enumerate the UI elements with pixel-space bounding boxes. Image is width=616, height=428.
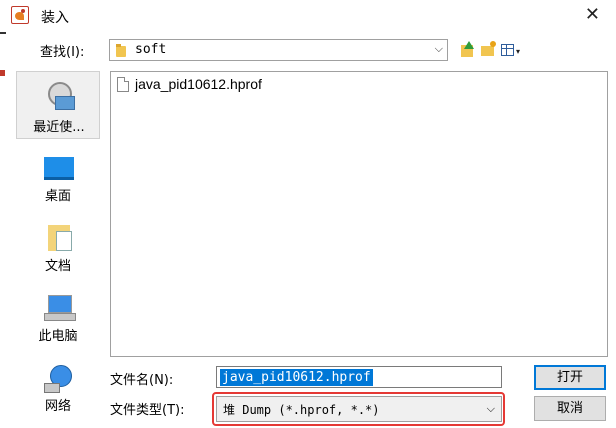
up-folder-icon[interactable] bbox=[459, 41, 477, 59]
place-label: 最近使... bbox=[33, 120, 85, 135]
documents-icon bbox=[44, 225, 74, 253]
lookin-dropdown[interactable]: soft ⌵ bbox=[109, 39, 448, 61]
filetype-label: 文件类型(T): bbox=[110, 403, 185, 418]
network-icon bbox=[44, 365, 74, 393]
annotation-highlight-box bbox=[212, 392, 505, 426]
places-bar: 最近使... 桌面 文档 此电脑 网络 bbox=[16, 71, 100, 427]
filename-field[interactable]: java_pid10612.hprof bbox=[216, 366, 502, 388]
view-grid-icon bbox=[501, 44, 514, 56]
title-bar: 装入 ✕ bbox=[0, 0, 616, 32]
cancel-button[interactable]: 取消 bbox=[534, 396, 606, 421]
place-label: 桌面 bbox=[44, 189, 71, 204]
file-icon bbox=[117, 77, 129, 92]
place-this-pc[interactable]: 此电脑 bbox=[16, 289, 100, 357]
filename-value: java_pid10612.hprof bbox=[220, 369, 373, 386]
desktop-icon bbox=[44, 155, 74, 183]
place-label: 文档 bbox=[44, 259, 71, 274]
filename-label: 文件名(N): bbox=[110, 373, 174, 388]
open-button[interactable]: 打开 bbox=[534, 365, 606, 390]
background-artifact bbox=[0, 32, 6, 34]
place-label: 此电脑 bbox=[38, 329, 78, 344]
lookin-label: 查找(I): bbox=[40, 45, 85, 60]
background-artifact bbox=[0, 70, 5, 76]
lookin-value: soft bbox=[135, 42, 167, 57]
caret-down-icon: ▾ bbox=[516, 47, 521, 56]
file-name: java_pid10612.hprof bbox=[135, 76, 262, 92]
place-network[interactable]: 网络 bbox=[16, 359, 100, 427]
new-folder-icon[interactable] bbox=[480, 41, 498, 59]
file-list[interactable]: java_pid10612.hprof bbox=[110, 71, 608, 357]
view-menu-icon[interactable]: ▾ bbox=[500, 41, 524, 59]
app-icon bbox=[11, 6, 29, 24]
place-recent[interactable]: 最近使... bbox=[16, 71, 100, 139]
this-pc-icon bbox=[44, 295, 76, 323]
folder-icon bbox=[116, 44, 127, 57]
chevron-down-icon[interactable]: ⌵ bbox=[435, 42, 443, 56]
window-title: 装入 bbox=[41, 10, 69, 26]
close-icon[interactable]: ✕ bbox=[585, 4, 600, 25]
place-label: 网络 bbox=[44, 399, 71, 414]
place-documents[interactable]: 文档 bbox=[16, 217, 100, 285]
recent-places-icon bbox=[45, 82, 75, 110]
place-desktop[interactable]: 桌面 bbox=[16, 147, 100, 215]
